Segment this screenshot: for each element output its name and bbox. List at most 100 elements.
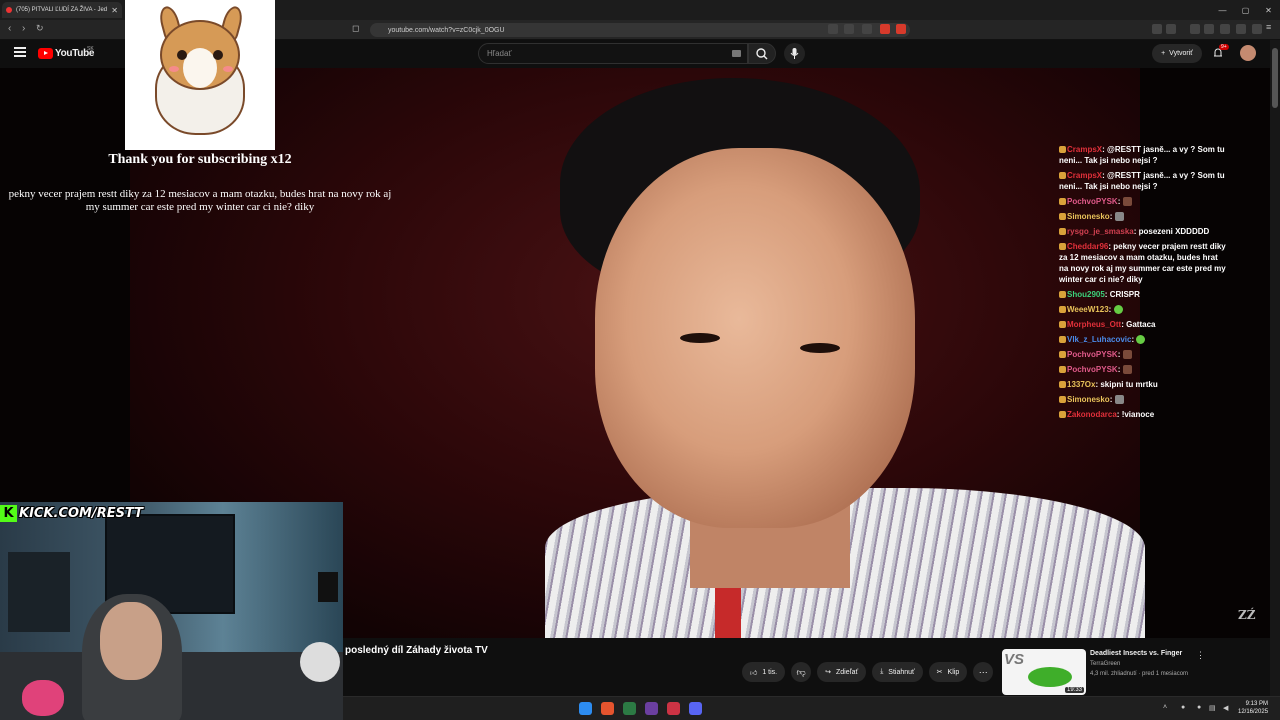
- download-icon[interactable]: [1236, 24, 1246, 34]
- dog-eye: [213, 50, 223, 60]
- more-actions-button[interactable]: ⋯: [973, 662, 994, 682]
- chat-message: PochvoPYSK:: [1059, 349, 1229, 360]
- sub-alert-message: pekny vecer prajem restt diky za 12 mesi…: [8, 188, 392, 213]
- recommended-menu-icon[interactable]: ⋮: [1196, 650, 1205, 661]
- chat-username[interactable]: PochvoPYSK: [1067, 197, 1118, 206]
- close-window-icon[interactable]: ✕: [1257, 0, 1280, 20]
- chat-username[interactable]: Cheddar96: [1067, 242, 1108, 251]
- translate-icon[interactable]: [844, 24, 854, 34]
- chat-username[interactable]: Morpheus_Ott: [1067, 320, 1121, 329]
- obs-icon[interactable]: [645, 702, 658, 715]
- brave-shield-icon[interactable]: [880, 24, 890, 34]
- chat-username[interactable]: WeeeW123: [1067, 305, 1109, 314]
- reading-list-icon[interactable]: [1220, 24, 1230, 34]
- chat-username[interactable]: CrampsX: [1067, 145, 1102, 154]
- scrollbar-thumb[interactable]: [1272, 48, 1278, 108]
- dislike-button[interactable]: 👎︎: [791, 662, 812, 682]
- share-button[interactable]: ↪ Zdieľať: [817, 662, 867, 682]
- clip-label: Klip: [947, 668, 960, 676]
- window-controls: — ▢ ✕: [1211, 0, 1280, 20]
- share-arrow-icon: ↪: [825, 669, 831, 676]
- chat-username[interactable]: Zakonodarca: [1067, 410, 1117, 419]
- brave-rewards-icon[interactable]: [896, 24, 906, 34]
- video-lanyard: [715, 588, 741, 638]
- dog-eye: [177, 50, 187, 60]
- video-actions: 👍︎ 1 tis. 👎︎ ↪ Zdieľať ⤓ Stiahnuť ✂ Klip…: [742, 662, 994, 682]
- clip-button[interactable]: ✂ Klip: [928, 662, 968, 682]
- microphone-icon: [790, 48, 799, 59]
- chat-text: Gattaca: [1126, 320, 1156, 329]
- webcam-overlay: [0, 502, 343, 720]
- browser-tab[interactable]: (705) PITVALI ĽUDÍ ZA ŽIVA - Jed ✕: [2, 2, 122, 18]
- chat-badge-icon: [1059, 228, 1066, 235]
- chat-username[interactable]: PochvoPYSK: [1067, 365, 1118, 374]
- chat-badge-icon: [1059, 243, 1066, 250]
- webcam-wall-frame: [8, 552, 70, 632]
- discord-icon[interactable]: [689, 702, 702, 715]
- tray-chevron-icon[interactable]: ˄: [1163, 704, 1167, 711]
- account-avatar[interactable]: [1240, 45, 1256, 61]
- like-button[interactable]: 👍︎ 1 tis.: [742, 662, 786, 682]
- chat-username[interactable]: Simonesko: [1067, 212, 1110, 221]
- webcam-plush-toy: [300, 642, 340, 682]
- search-button[interactable]: [748, 43, 776, 64]
- chat-username[interactable]: Simonesko: [1067, 395, 1110, 404]
- scissors-icon: ✂: [936, 669, 943, 676]
- youtube-favicon-icon: [6, 7, 12, 13]
- tab-title: (705) PITVALI ĽUDÍ ZA ŽIVA - Jed: [16, 7, 108, 13]
- recommended-title[interactable]: Deadliest Insects vs. Finger: [1090, 650, 1182, 657]
- page-scrollbar[interactable]: [1270, 40, 1280, 696]
- chat-separator: :: [1109, 212, 1115, 221]
- thumbs-up-icon: 👍︎: [750, 669, 758, 677]
- wallet-icon[interactable]: [1166, 24, 1176, 34]
- taskbar-clock[interactable]: 9:13 PM 12/16/2025: [1238, 700, 1268, 716]
- close-tab-icon[interactable]: ✕: [111, 6, 118, 15]
- forward-icon[interactable]: ›: [22, 23, 25, 34]
- chat-username[interactable]: Shou2905: [1067, 290, 1105, 299]
- vpn-icon[interactable]: [1252, 24, 1262, 34]
- cast-icon[interactable]: [828, 24, 838, 34]
- back-icon[interactable]: ‹: [8, 23, 11, 34]
- chat-badge-icon: [1059, 411, 1066, 418]
- create-button[interactable]: + Vytvoriť: [1152, 44, 1202, 63]
- bookmark-icon[interactable]: ◻: [352, 23, 359, 34]
- recommended-channel[interactable]: TerraGreen: [1090, 661, 1120, 667]
- browser-menu-icon[interactable]: ≡: [1266, 22, 1276, 32]
- brave-browser-icon[interactable]: [601, 702, 614, 715]
- minimize-icon[interactable]: —: [1211, 0, 1234, 20]
- volume-icon[interactable]: ◀: [1223, 704, 1228, 712]
- recommended-thumbnail[interactable]: VS 19:33: [1002, 649, 1086, 695]
- hamburger-menu-icon[interactable]: [14, 47, 26, 57]
- share-icon[interactable]: [862, 24, 872, 34]
- app-icon[interactable]: [667, 702, 680, 715]
- youtube-logo-icon[interactable]: [38, 48, 53, 59]
- voice-search-button[interactable]: [784, 43, 805, 64]
- music-icon[interactable]: [1190, 24, 1200, 34]
- video-title: posledný díl Záhady života TV: [345, 645, 488, 656]
- maximize-icon[interactable]: ▢: [1234, 0, 1257, 20]
- tray-app-icon[interactable]: ●: [1181, 704, 1185, 711]
- kick-logo-icon: K: [0, 504, 17, 522]
- windows-start-icon[interactable]: [579, 702, 592, 715]
- excel-icon[interactable]: [623, 702, 636, 715]
- keyboard-icon[interactable]: [732, 50, 741, 57]
- chat-username[interactable]: 1337Ox: [1067, 380, 1095, 389]
- extensions-icon[interactable]: [1152, 24, 1162, 34]
- download-button[interactable]: ⤓ Stiahnuť: [872, 662, 923, 682]
- recommended-video[interactable]: VS 19:33 Deadliest Insects vs. Finger Te…: [1002, 649, 1266, 695]
- search-input[interactable]: Hľadať: [478, 43, 748, 64]
- chat-username[interactable]: PochvoPYSK: [1067, 350, 1118, 359]
- network-icon[interactable]: ▤: [1209, 704, 1216, 712]
- chat-badge-icon: [1059, 321, 1066, 328]
- dog-snout: [183, 48, 217, 88]
- sidebar-icon[interactable]: [1204, 24, 1214, 34]
- chat-username[interactable]: Vlk_z_Luhacovic: [1067, 335, 1131, 344]
- chat-username[interactable]: rysgo_je_smaska: [1067, 227, 1134, 236]
- reload-icon[interactable]: ↻: [36, 23, 44, 34]
- chat-badge-icon: [1059, 146, 1066, 153]
- chat-message: Morpheus_Ott: Gattaca: [1059, 319, 1229, 330]
- chat-emote-icon: [1122, 350, 1132, 359]
- tray-app-icon[interactable]: ●: [1197, 704, 1201, 711]
- chat-username[interactable]: CrampsX: [1067, 171, 1102, 180]
- chat-text: !vianoce: [1121, 410, 1155, 419]
